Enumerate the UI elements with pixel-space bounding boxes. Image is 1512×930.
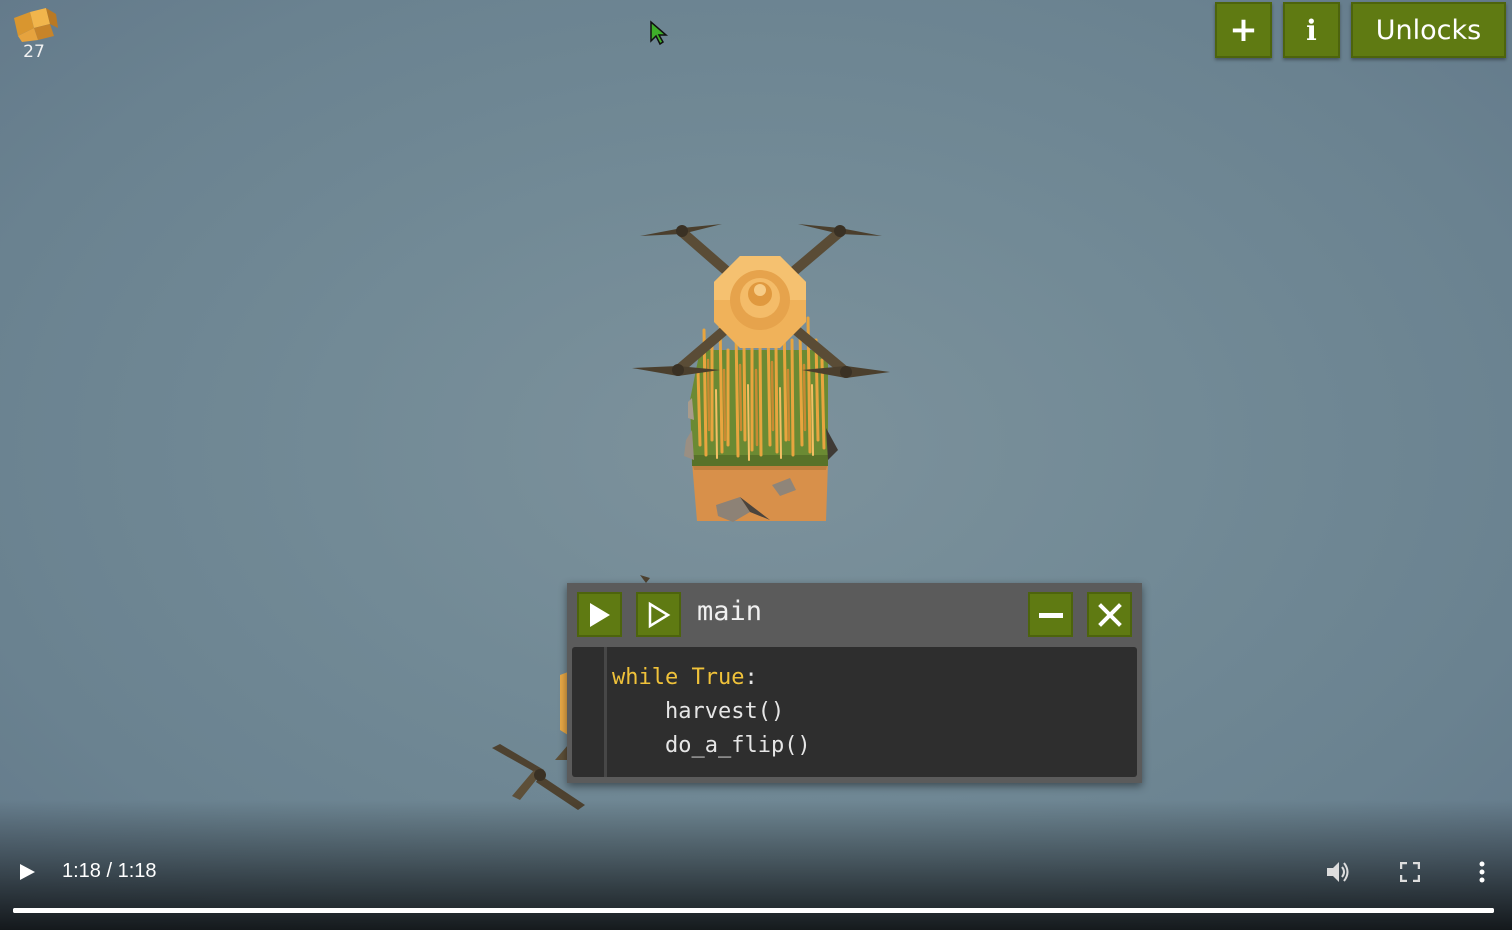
resource-counter: 27 — [8, 6, 60, 62]
video-time: 1:18 / 1:18 — [62, 860, 157, 882]
line-gutter — [604, 647, 607, 777]
unlocks-button[interactable]: Unlocks — [1351, 2, 1506, 58]
close-icon — [1097, 602, 1122, 627]
code-editor-window: main while True: harvest() do_a_flip() — [567, 583, 1142, 783]
close-button[interactable] — [1087, 592, 1132, 637]
run-button[interactable] — [577, 592, 622, 637]
keyword-while-true: while True — [612, 665, 745, 690]
fullscreen-icon[interactable] — [1400, 862, 1420, 882]
mouse-cursor-icon — [650, 20, 669, 46]
minimize-button[interactable] — [1028, 592, 1073, 637]
code-line-2: harvest() — [664, 699, 785, 724]
info-icon: i — [1306, 13, 1317, 47]
game-scene — [492, 224, 890, 810]
video-progress-fill — [13, 908, 1494, 913]
info-button[interactable]: i — [1283, 2, 1340, 58]
volume-icon[interactable] — [1325, 860, 1351, 884]
add-window-button[interactable]: + — [1215, 2, 1272, 58]
code-line-3: do_a_flip() — [664, 733, 811, 758]
unlocks-label: Unlocks — [1375, 14, 1482, 46]
editor-title: main — [697, 596, 763, 627]
more-options-icon[interactable] — [1477, 861, 1487, 883]
code-line-1: while True: — [612, 665, 758, 690]
code-area[interactable]: while True: harvest() do_a_flip() — [572, 647, 1137, 777]
play-icon[interactable] — [17, 862, 37, 882]
minus-icon — [1038, 612, 1063, 618]
video-progress-bar[interactable] — [13, 908, 1494, 913]
plus-icon: + — [1229, 10, 1258, 50]
play-filled-icon — [589, 602, 610, 627]
step-button[interactable] — [636, 592, 681, 637]
resource-count: 27 — [23, 42, 45, 62]
play-outline-icon — [648, 601, 670, 628]
hay-icon — [14, 8, 58, 42]
